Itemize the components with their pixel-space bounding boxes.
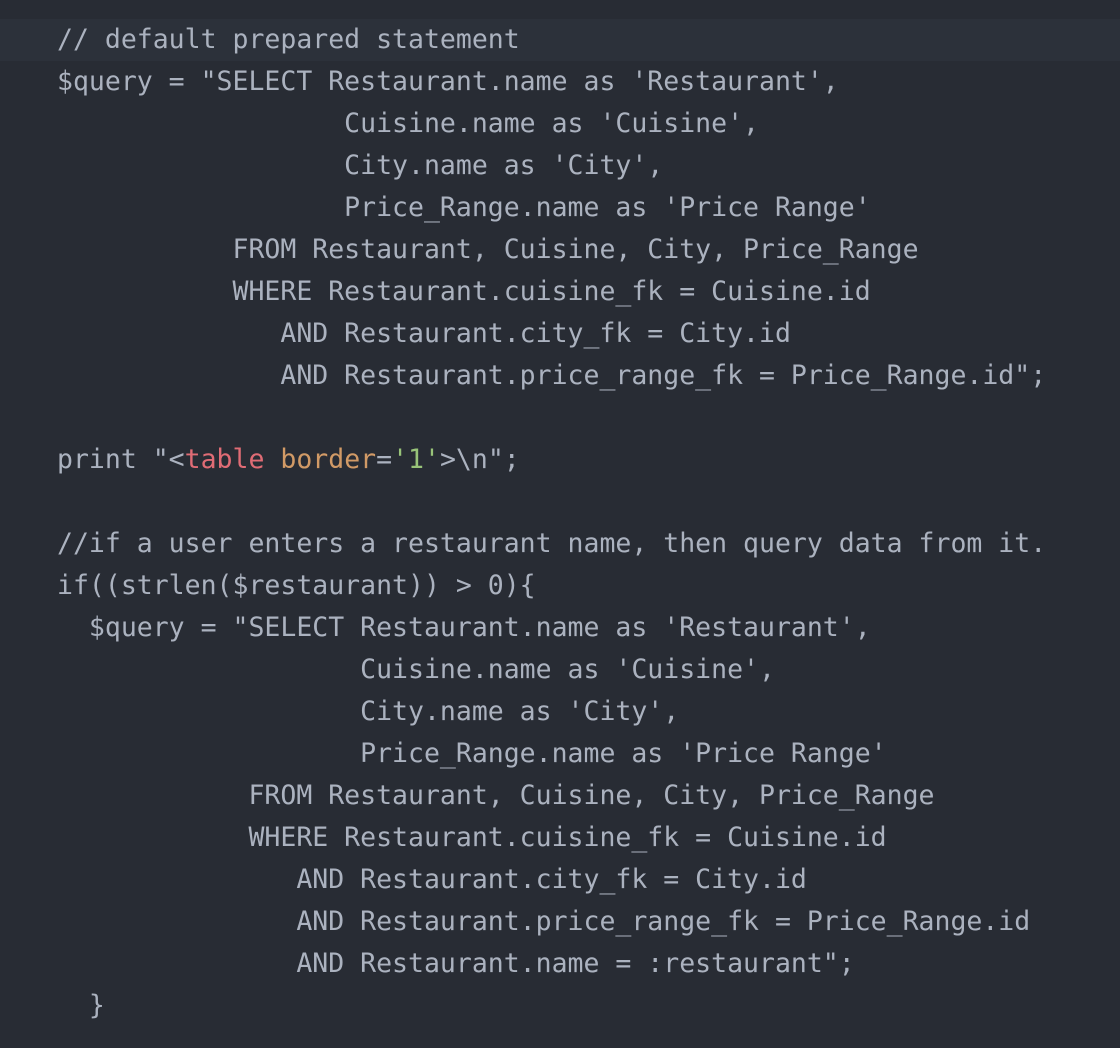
code-line-6: FROM Restaurant, Cuisine, City, Price_Ra… <box>57 234 919 265</box>
code-line-15: $query = "SELECT Restaurant.name as 'Res… <box>57 612 871 643</box>
code-line-16: Cuisine.name as 'Cuisine', <box>57 654 775 685</box>
code-area[interactable]: // default prepared statement $query = "… <box>0 19 1120 1027</box>
print-space <box>264 444 280 475</box>
code-line-21: AND Restaurant.city_fk = City.id <box>57 864 807 895</box>
code-line-20: WHERE Restaurant.cuisine_fk = Cuisine.id <box>57 822 887 853</box>
code-line-9: AND Restaurant.price_range_fk = Price_Ra… <box>57 360 1047 391</box>
code-line-14: if((strlen($restaurant)) > 0){ <box>57 570 536 601</box>
html-attribute-name: border <box>280 444 377 475</box>
code-line-13: //if a user enters a restaurant name, th… <box>57 528 1047 559</box>
print-suffix: >\n"; <box>439 444 520 475</box>
code-line-7: WHERE Restaurant.cuisine_fk = Cuisine.id <box>57 276 871 307</box>
code-line-24: } <box>57 990 105 1021</box>
code-line-8: AND Restaurant.city_fk = City.id <box>57 318 791 349</box>
html-attribute-value: '1' <box>392 444 440 475</box>
code-line-5: Price_Range.name as 'Price Range' <box>57 192 871 223</box>
print-prefix: print "< <box>57 444 185 475</box>
code-line-1: // default prepared statement <box>0 19 1120 61</box>
code-line-18: Price_Range.name as 'Price Range' <box>57 738 887 769</box>
code-line-19: FROM Restaurant, Cuisine, City, Price_Ra… <box>57 780 935 811</box>
code-editor[interactable]: // default prepared statement $query = "… <box>0 0 1120 1048</box>
code-line-22: AND Restaurant.price_range_fk = Price_Ra… <box>57 906 1031 937</box>
code-line-17: City.name as 'City', <box>57 696 680 727</box>
print-equals: = <box>376 444 393 475</box>
code-line-23: AND Restaurant.name = :restaurant"; <box>57 948 855 979</box>
code-line-3: Cuisine.name as 'Cuisine', <box>57 108 759 139</box>
html-tag-name: table <box>184 444 265 475</box>
code-line-4: City.name as 'City', <box>57 150 664 181</box>
code-line-2: $query = "SELECT Restaurant.name as 'Res… <box>57 66 839 97</box>
code-line-11: print "<table border='1'>\n"; <box>0 439 1120 481</box>
